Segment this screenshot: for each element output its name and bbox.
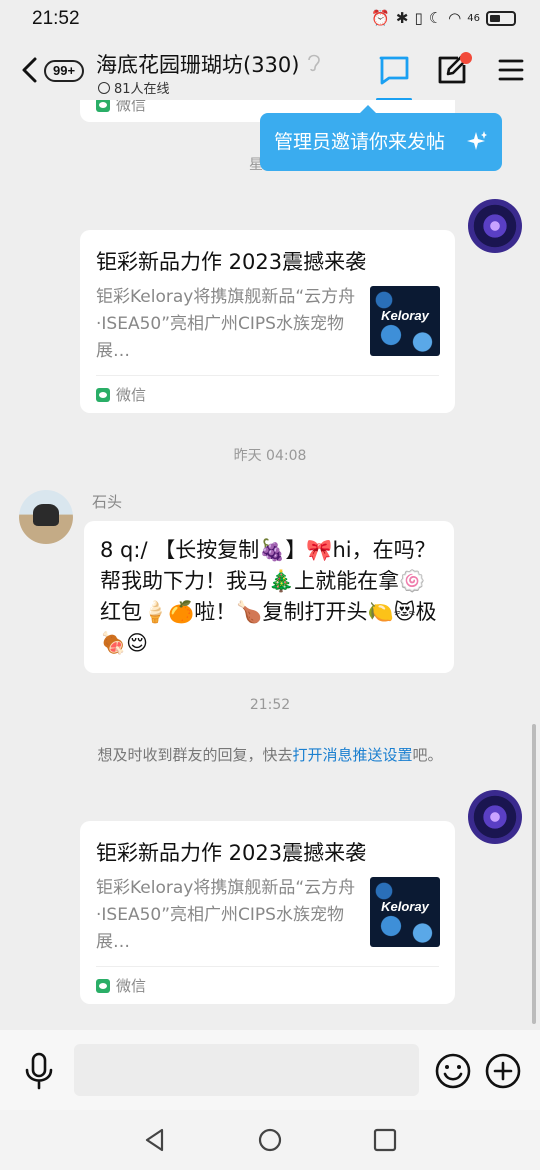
card-title: 钜彩新品力作 2023震撼来袭 <box>96 841 367 865</box>
notice-text: 想及时收到群友的回复，快去 <box>97 746 293 764</box>
ear-icon <box>308 54 320 72</box>
wechat-icon <box>96 100 110 112</box>
avatar[interactable] <box>19 490 73 544</box>
card-description: 钜彩Keloray将携旗舰新品“云方舟·ISEA50”亮相广州CIPS水族宠物展… <box>96 878 356 952</box>
message-card[interactable]: 钜彩新品力作 2023震撼来袭 钜彩Keloray将携旗舰新品“云方舟·ISEA… <box>80 821 455 1004</box>
bluetooth-icon: ✱ <box>395 9 409 27</box>
signal-icon: 46 <box>467 12 480 24</box>
scrollbar[interactable] <box>532 724 536 1024</box>
alarm-icon: ⏰ <box>371 9 390 27</box>
card-description: 钜彩Keloray将携旗舰新品“云方舟·ISEA50”亮相广州CIPS水族宠物展… <box>96 287 356 361</box>
card-source-label: 微信 <box>116 977 147 995</box>
nav-home-icon[interactable] <box>258 1128 282 1152</box>
timestamp: 21:52 <box>249 697 291 713</box>
input-bar <box>0 1030 540 1110</box>
status-icons: ⏰ ✱ ▯ ☾ ◠ 46 <box>371 9 516 27</box>
sparkle-icon <box>467 131 487 150</box>
message-card[interactable]: 钜彩新品力作 2023震撼来袭 钜彩Keloray将携旗舰新品“云方舟·ISEA… <box>80 230 455 413</box>
push-settings-notice: 想及时收到群友的回复，快去打开消息推送设置吧。 <box>0 744 540 765</box>
avatar[interactable] <box>468 199 522 253</box>
vibrate-icon: ▯ <box>414 9 423 27</box>
back-arrow-icon[interactable] <box>18 56 42 84</box>
chat-header: 99+ 海底花园珊瑚坊(330) 81人在线 <box>0 38 540 101</box>
nav-back-icon[interactable] <box>143 1128 167 1152</box>
card-thumbnail: Keloray <box>370 286 440 356</box>
sender-name: 石头 <box>92 493 123 511</box>
system-nav-bar <box>0 1110 540 1170</box>
admin-invite-tooltip[interactable]: 管理员邀请你来发帖 <box>260 105 502 171</box>
thumbnail-brand-text: Keloray <box>381 899 429 914</box>
card-title: 钜彩新品力作 2023震撼来袭 <box>96 250 367 274</box>
card-source-label: 微信 <box>116 386 147 404</box>
timestamp: 昨天 04:08 <box>233 448 307 464</box>
online-indicator-icon <box>98 81 110 94</box>
chat-message-list[interactable]: 微信 星期六 钜彩新品力作 2023震撼来袭 钜彩Keloray将携旗舰新品“云… <box>0 100 540 1030</box>
unread-badge[interactable]: 99+ <box>44 60 85 82</box>
push-settings-link[interactable]: 打开消息推送设置 <box>292 746 412 764</box>
battery-icon <box>486 10 516 26</box>
avatar[interactable] <box>468 790 522 844</box>
card-source: 微信 <box>96 975 146 996</box>
notification-dot <box>460 52 472 64</box>
online-status: 81人在线 <box>98 78 170 97</box>
divider <box>96 375 439 376</box>
status-bar: 21:52 ⏰ ✱ ▯ ☾ ◠ 46 <box>0 0 540 38</box>
thumbnail-brand-text: Keloray <box>381 308 429 323</box>
text-message-bubble[interactable]: 8 q:/ 【长按复制🍇】🎀hi，在吗？帮我助下力！我马🎄上就能在拿🍥红包🍦🍊啦… <box>84 521 454 673</box>
wechat-icon <box>96 387 110 402</box>
chat-icon[interactable] <box>376 52 412 88</box>
menu-icon[interactable] <box>492 52 528 88</box>
status-time: 21:52 <box>32 8 80 29</box>
online-count: 81人在线 <box>114 82 170 97</box>
group-name[interactable]: 海底花园珊瑚坊(330) <box>96 49 299 79</box>
card-source: 微信 <box>96 100 146 115</box>
message-input[interactable] <box>74 1044 419 1096</box>
divider <box>96 966 439 967</box>
card-source-label: 微信 <box>116 100 147 114</box>
tooltip-text: 管理员邀请你来发帖 <box>274 131 446 153</box>
microphone-icon[interactable] <box>22 1052 56 1090</box>
moon-icon: ☾ <box>428 9 443 27</box>
add-icon[interactable] <box>484 1052 522 1090</box>
notice-text-end: 吧。 <box>412 746 443 764</box>
card-source: 微信 <box>96 384 146 405</box>
nav-recents-icon[interactable] <box>373 1128 397 1152</box>
wechat-icon <box>96 978 110 993</box>
wifi-icon: ◠ <box>448 9 462 27</box>
card-thumbnail: Keloray <box>370 877 440 947</box>
emoji-icon[interactable] <box>434 1052 472 1090</box>
